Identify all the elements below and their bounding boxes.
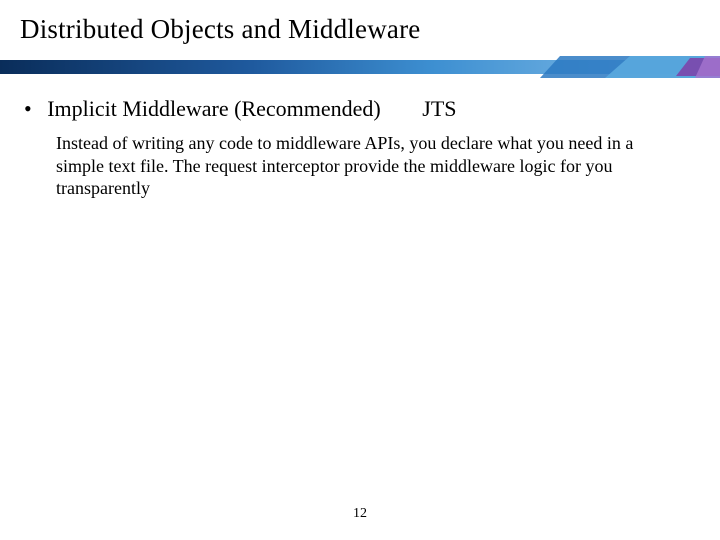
bullet-aside: JTS bbox=[422, 96, 456, 122]
body-text: Instead of writing any code to middlewar… bbox=[56, 132, 682, 200]
bullet-icon: • bbox=[24, 98, 32, 120]
slide: Distributed Objects and Middleware • Imp… bbox=[0, 0, 720, 540]
decorative-bar bbox=[0, 56, 720, 78]
bullet-row: • Implicit Middleware (Recommended) JTS bbox=[24, 96, 696, 122]
slide-title: Distributed Objects and Middleware bbox=[20, 14, 420, 45]
page-number: 12 bbox=[0, 506, 720, 522]
bullet-label: Implicit Middleware (Recommended) bbox=[47, 96, 381, 121]
